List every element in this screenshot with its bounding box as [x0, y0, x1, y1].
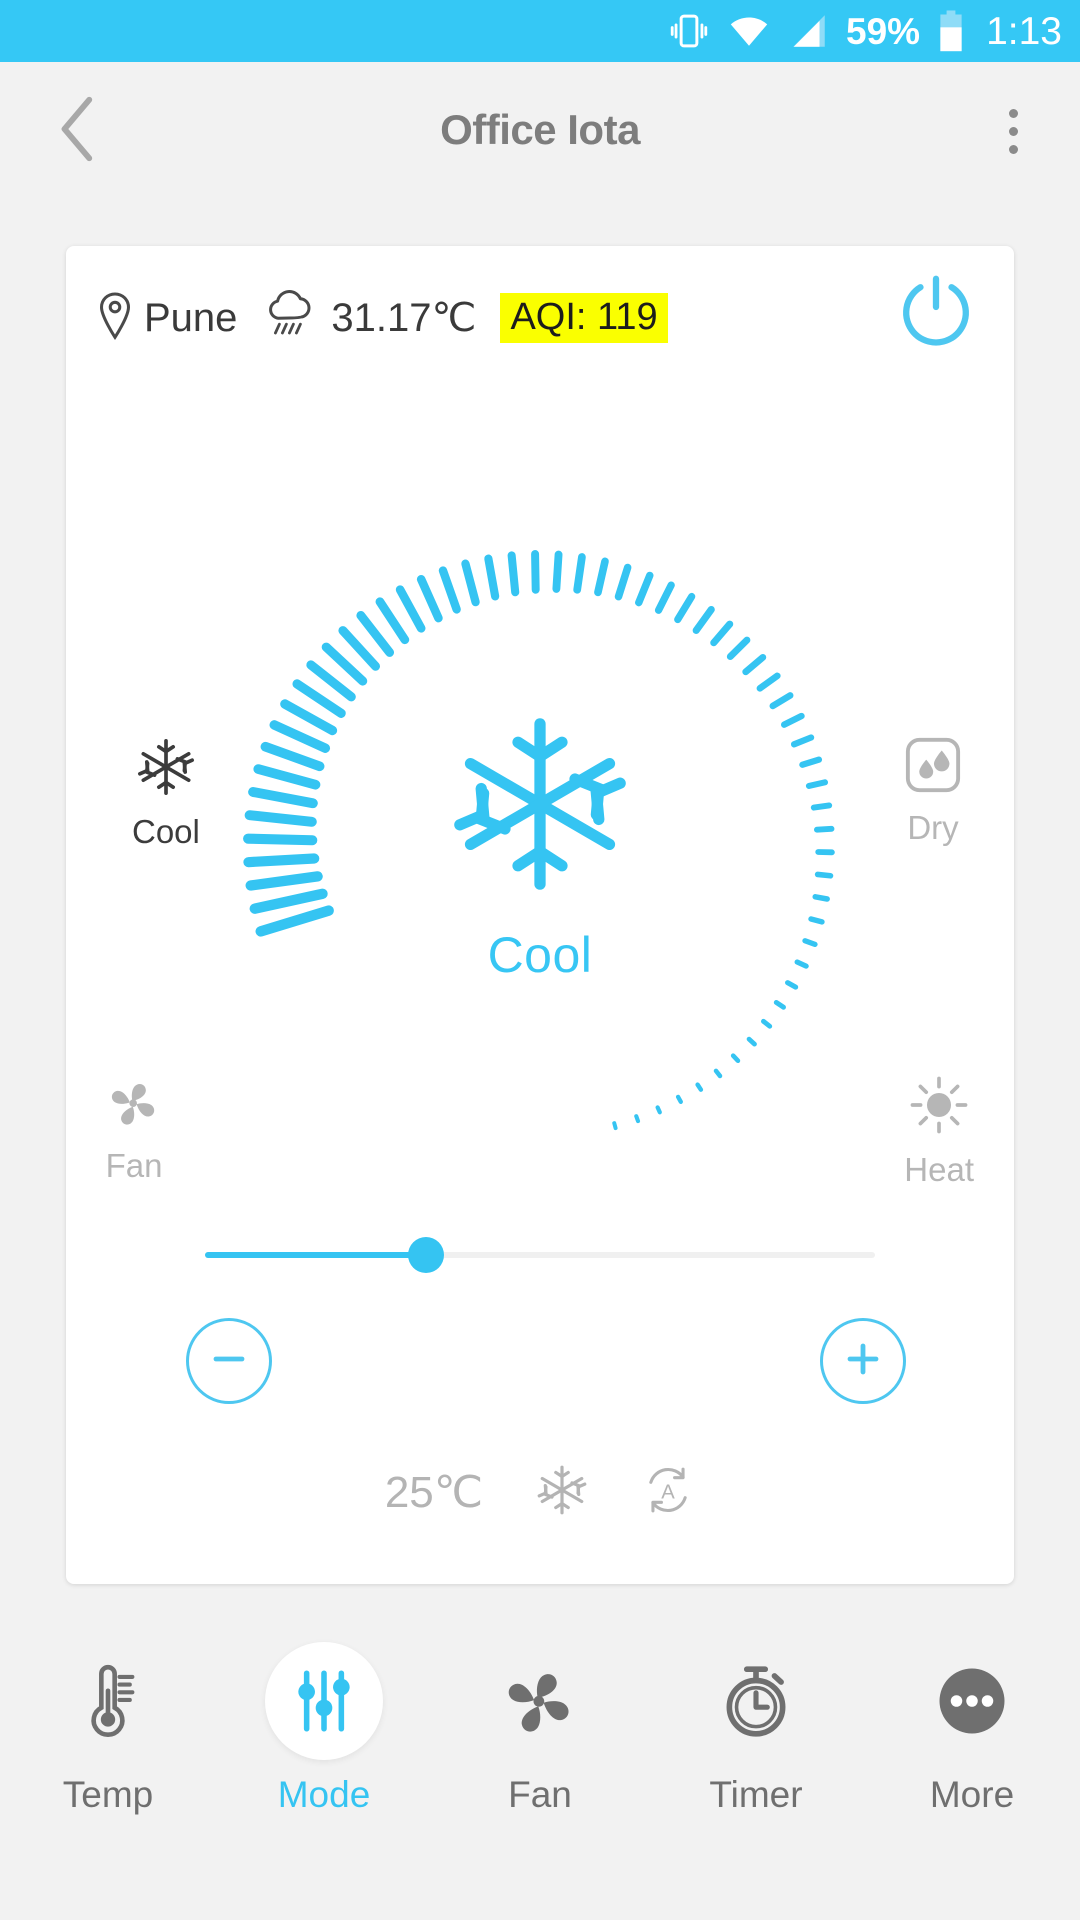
location-pin-icon	[96, 291, 134, 346]
nav-label-timer: Timer	[709, 1774, 803, 1815]
dial-center: Cool	[190, 496, 890, 1196]
nav-item-more[interactable]: More	[872, 1642, 1072, 1816]
plus-circle-icon	[839, 1335, 887, 1388]
nav-label-temp: Temp	[62, 1774, 154, 1815]
stopwatch-icon	[715, 1642, 797, 1760]
nav-label-more: More	[929, 1774, 1015, 1815]
svg-text:A: A	[661, 1481, 675, 1503]
slider-thumb[interactable]	[408, 1237, 445, 1273]
battery-icon	[936, 9, 966, 53]
increase-button[interactable]	[820, 1318, 906, 1404]
minus-circle-icon	[205, 1335, 253, 1388]
snowflake-icon	[535, 1463, 589, 1522]
mode-button-fan[interactable]: Fan	[104, 1074, 164, 1185]
sun-icon	[908, 1074, 970, 1141]
vibrate-icon	[668, 10, 710, 52]
device-control-card: Pune 31.17℃ AQI: 119 Cool Dry Fan Heat C…	[66, 246, 1014, 1584]
aqi-badge: AQI: 119	[500, 293, 668, 343]
mode-label-fan: Fan	[105, 1147, 163, 1184]
nav-item-timer[interactable]: Timer	[656, 1642, 856, 1816]
fan-blades-icon	[104, 1074, 164, 1137]
thermometer-icon	[67, 1642, 149, 1760]
intensity-slider[interactable]	[205, 1237, 875, 1273]
status-bar: 59% 1:13	[0, 0, 1080, 62]
weather-summary: Pune 31.17℃ AQI: 119	[96, 282, 668, 354]
mode-label-heat: Heat	[904, 1151, 974, 1188]
slider-fill	[205, 1252, 427, 1258]
mode-button-dry[interactable]: Dry	[904, 736, 962, 847]
mode-dial[interactable]: Cool	[190, 496, 890, 1196]
overflow-menu-button[interactable]	[982, 100, 1044, 162]
sliders-icon	[265, 1642, 383, 1760]
nav-label-fan: Fan	[508, 1774, 572, 1815]
humidity-drops-icon	[904, 736, 962, 799]
clock-label: 1:13	[986, 9, 1062, 53]
decrease-button[interactable]	[186, 1318, 272, 1404]
mode-button-heat[interactable]: Heat	[904, 1074, 974, 1189]
fan-blades-icon	[497, 1642, 583, 1760]
battery-percent-label: 59%	[846, 10, 921, 52]
power-icon	[894, 270, 978, 359]
dial-mode-label: Cool	[487, 926, 593, 983]
more-vertical-icon	[1008, 108, 1018, 154]
nav-item-fan[interactable]: Fan	[440, 1642, 640, 1816]
nav-item-mode[interactable]: Mode	[224, 1642, 424, 1816]
auto-fan-icon: A	[641, 1463, 695, 1522]
nav-label-mode: Mode	[277, 1774, 371, 1815]
setpoint-label: 25℃	[384, 1467, 484, 1517]
app-bar: Office Iota	[0, 62, 1080, 197]
weather-temperature-label: 31.17℃	[331, 296, 477, 340]
power-button[interactable]	[890, 268, 982, 360]
cellular-signal-icon	[788, 10, 830, 52]
bottom-navigation: Temp Mode Fan Timer More	[0, 1620, 1080, 1920]
rain-cloud-icon	[263, 289, 319, 348]
page-title: Office Iota	[440, 105, 640, 153]
snowflake-icon	[135, 736, 197, 803]
wifi-icon	[726, 10, 772, 52]
nav-item-temp[interactable]: Temp	[8, 1642, 208, 1816]
weather-city-label: Pune	[144, 295, 238, 340]
ellipsis-circle-icon	[932, 1642, 1012, 1760]
snowflake-icon	[445, 709, 635, 904]
mode-label-dry: Dry	[907, 809, 959, 846]
current-settings-row: 25℃ A	[66, 1452, 1014, 1532]
